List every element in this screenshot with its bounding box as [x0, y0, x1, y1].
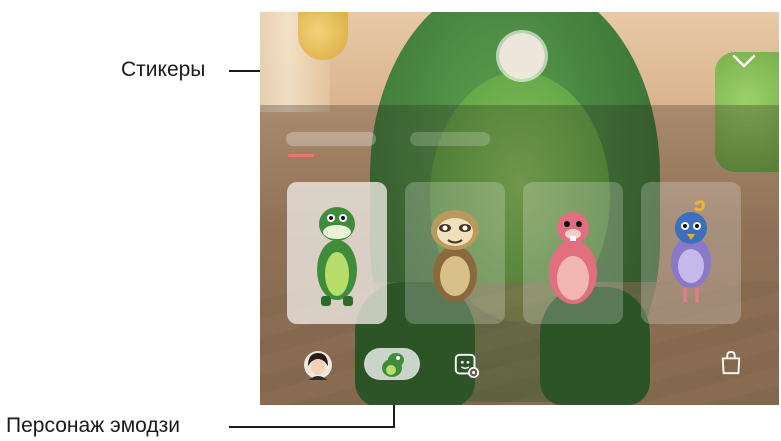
camera-screen: [260, 12, 779, 405]
capture-button[interactable]: [499, 33, 545, 79]
tab-all-emoji[interactable]: [286, 132, 376, 146]
tab-stickers[interactable]: [410, 132, 490, 146]
emoji-character-icon: [382, 353, 404, 377]
character-card-dinosaur[interactable]: [287, 182, 387, 324]
background-toy: [298, 12, 348, 60]
selected-tab-indicator: [288, 154, 314, 157]
dinosaur-character-icon: [317, 207, 357, 306]
character-card-sloth[interactable]: [405, 182, 505, 324]
sloth-character-icon: [431, 210, 479, 302]
character-card-purple-bird[interactable]: [641, 182, 741, 324]
emoji-bottom-bar: [260, 342, 779, 405]
purple-bird-character-icon: [671, 200, 711, 302]
emoji-callout-line-h: [229, 426, 395, 428]
character-card-pink-creature[interactable]: [523, 182, 623, 324]
store-bag-icon[interactable]: [719, 350, 743, 376]
stickers-callout-label: Стикеры: [121, 58, 206, 81]
chevron-down-icon[interactable]: [731, 52, 757, 70]
sticker-settings-icon[interactable]: [453, 352, 481, 380]
avatar-icon[interactable]: [303, 350, 333, 380]
emoji-character-callout-label: Персонаж эмодзи: [6, 414, 181, 437]
pink-creature-character-icon: [549, 212, 597, 304]
emoji-character-tab-button[interactable]: [364, 348, 420, 380]
